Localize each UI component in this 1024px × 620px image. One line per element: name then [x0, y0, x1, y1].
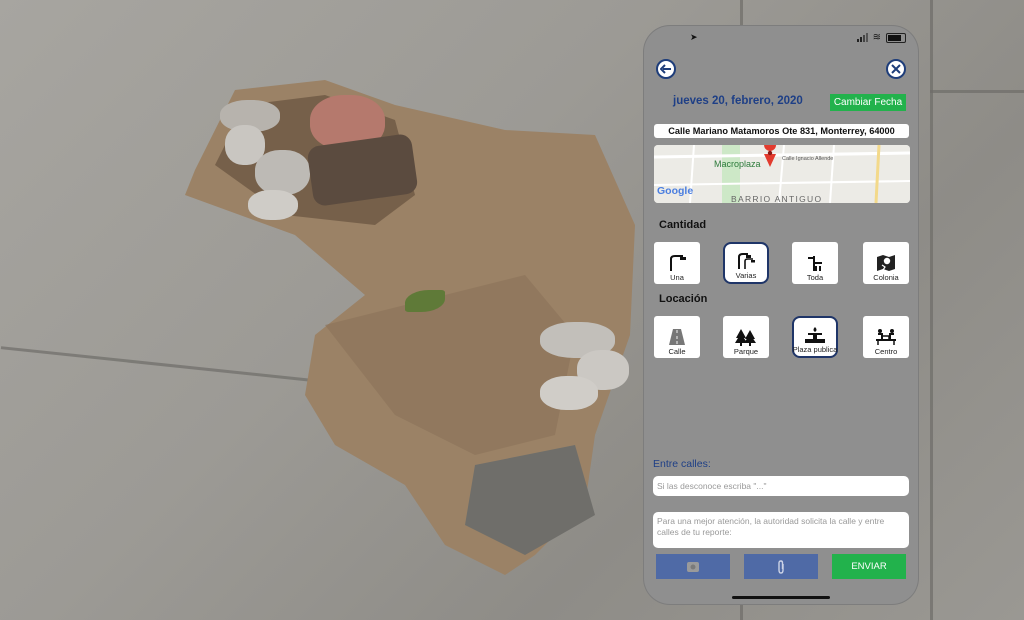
sidewalk-crack: [930, 0, 933, 620]
cantidad-option-label: Varias: [735, 271, 757, 280]
fountain-icon: [805, 327, 825, 343]
cantidad-option-toda[interactable]: Toda: [792, 242, 838, 284]
close-button[interactable]: [886, 59, 906, 79]
locacion-option-label: Plaza publica: [792, 345, 838, 354]
back-button[interactable]: [656, 59, 676, 79]
sidewalk-crack: [930, 90, 1024, 93]
street-sign-icon: [808, 256, 822, 271]
status-icons: ≋: [856, 32, 906, 43]
trees-icon: [735, 329, 756, 346]
entre-calles-label: Entre calles:: [653, 458, 711, 470]
report-date: jueves 20, febrero, 2020: [673, 95, 803, 107]
cantidad-option-label: Colonia: [873, 273, 899, 282]
locacion-option-label: Calle: [668, 347, 686, 356]
rock: [540, 376, 598, 410]
cantidad-option-colonia[interactable]: Colonia: [863, 242, 909, 284]
multiple-lamps-icon: [738, 253, 755, 269]
street-icon: [669, 329, 685, 345]
attach-button[interactable]: [744, 554, 818, 579]
entre-calles-input[interactable]: Si las desconoce escriba "...": [653, 476, 909, 496]
send-button[interactable]: ENVIAR: [832, 554, 906, 579]
phone-screen: ➤ ≋ jueves 20, febrero, 2020 Cambiar Fec…: [644, 26, 918, 604]
locacion-heading: Locación: [659, 293, 708, 305]
locacion-option-centro[interactable]: Centro: [863, 316, 909, 358]
rock: [255, 150, 310, 195]
report-note-textarea[interactable]: Para una mejor atención, la autoridad so…: [653, 512, 909, 548]
wifi-icon: ≋: [872, 32, 881, 43]
status-bar: ➤ ≋: [644, 32, 918, 46]
home-indicator: [732, 596, 830, 599]
locacion-option-plaza-publica[interactable]: Plaza publica: [792, 316, 838, 358]
change-date-button[interactable]: Cambiar Fecha: [830, 94, 906, 111]
map-pin-icon: [877, 255, 895, 271]
cantidad-option-label: Toda: [806, 273, 824, 282]
address-field[interactable]: Calle Mariano Matamoros Ote 831, Monterr…: [654, 124, 909, 138]
photo-icon: [687, 561, 699, 572]
back-arrow-icon: [660, 64, 671, 74]
locacion-option-parque[interactable]: Parque: [723, 316, 769, 358]
location-arrow-icon: ➤: [690, 32, 698, 42]
map-poi-label: Macroplaza: [714, 159, 761, 169]
map-street-label: Calle Ignacio Allende: [782, 156, 834, 162]
cantidad-heading: Cantidad: [659, 219, 707, 231]
cantidad-option-label: Una: [670, 273, 684, 282]
signal-icon: [856, 33, 868, 42]
photo-button[interactable]: [656, 554, 730, 579]
google-logo: Google: [657, 185, 694, 197]
paperclip-icon: [778, 559, 784, 574]
locacion-option-label: Parque: [733, 347, 759, 356]
close-x-icon: [891, 64, 901, 74]
send-button-label: ENVIAR: [851, 561, 887, 572]
bench-people-icon: [876, 329, 896, 345]
battery-icon: [886, 32, 906, 43]
cantidad-option-varias[interactable]: Varias: [723, 242, 769, 284]
location-map[interactable]: Macroplaza Calle Ignacio Allende BARRIO …: [654, 145, 910, 203]
single-lamp-icon: [670, 255, 686, 271]
locacion-option-calle[interactable]: Calle: [654, 316, 700, 358]
cantidad-option-una[interactable]: Una: [654, 242, 700, 284]
map-district-label: BARRIO ANTIGUO: [731, 194, 823, 203]
rock: [248, 190, 298, 220]
locacion-option-label: Centro: [874, 347, 898, 356]
